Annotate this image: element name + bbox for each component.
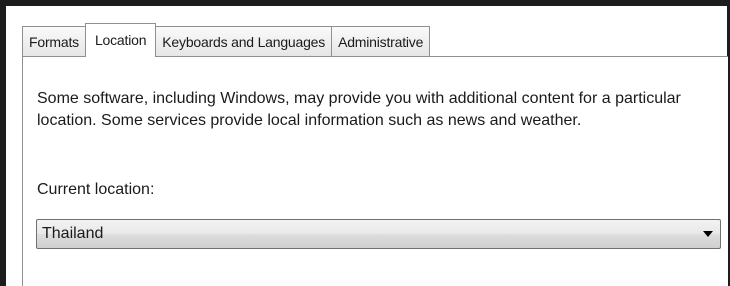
current-location-value: Thailand: [42, 225, 104, 242]
current-location-dropdown[interactable]: Thailand: [36, 219, 721, 249]
tab-formats[interactable]: Formats: [22, 26, 86, 56]
window-border-left: [0, 0, 6, 286]
tab-administrative[interactable]: Administrative: [331, 26, 431, 56]
tab-keyboards-and-languages[interactable]: Keyboards and Languages: [155, 26, 333, 56]
window-border-top: [0, 0, 730, 6]
chevron-down-icon[interactable]: [696, 220, 720, 248]
current-location-label: Current location:: [37, 181, 155, 198]
tab-strip: Formats Location Keyboards and Languages…: [22, 23, 431, 57]
location-tab-panel: Some software, including Windows, may pr…: [22, 56, 728, 286]
tab-location[interactable]: Location: [84, 23, 157, 57]
location-description: Some software, including Windows, may pr…: [37, 90, 681, 129]
region-dialog: Formats Location Keyboards and Languages…: [0, 0, 730, 286]
